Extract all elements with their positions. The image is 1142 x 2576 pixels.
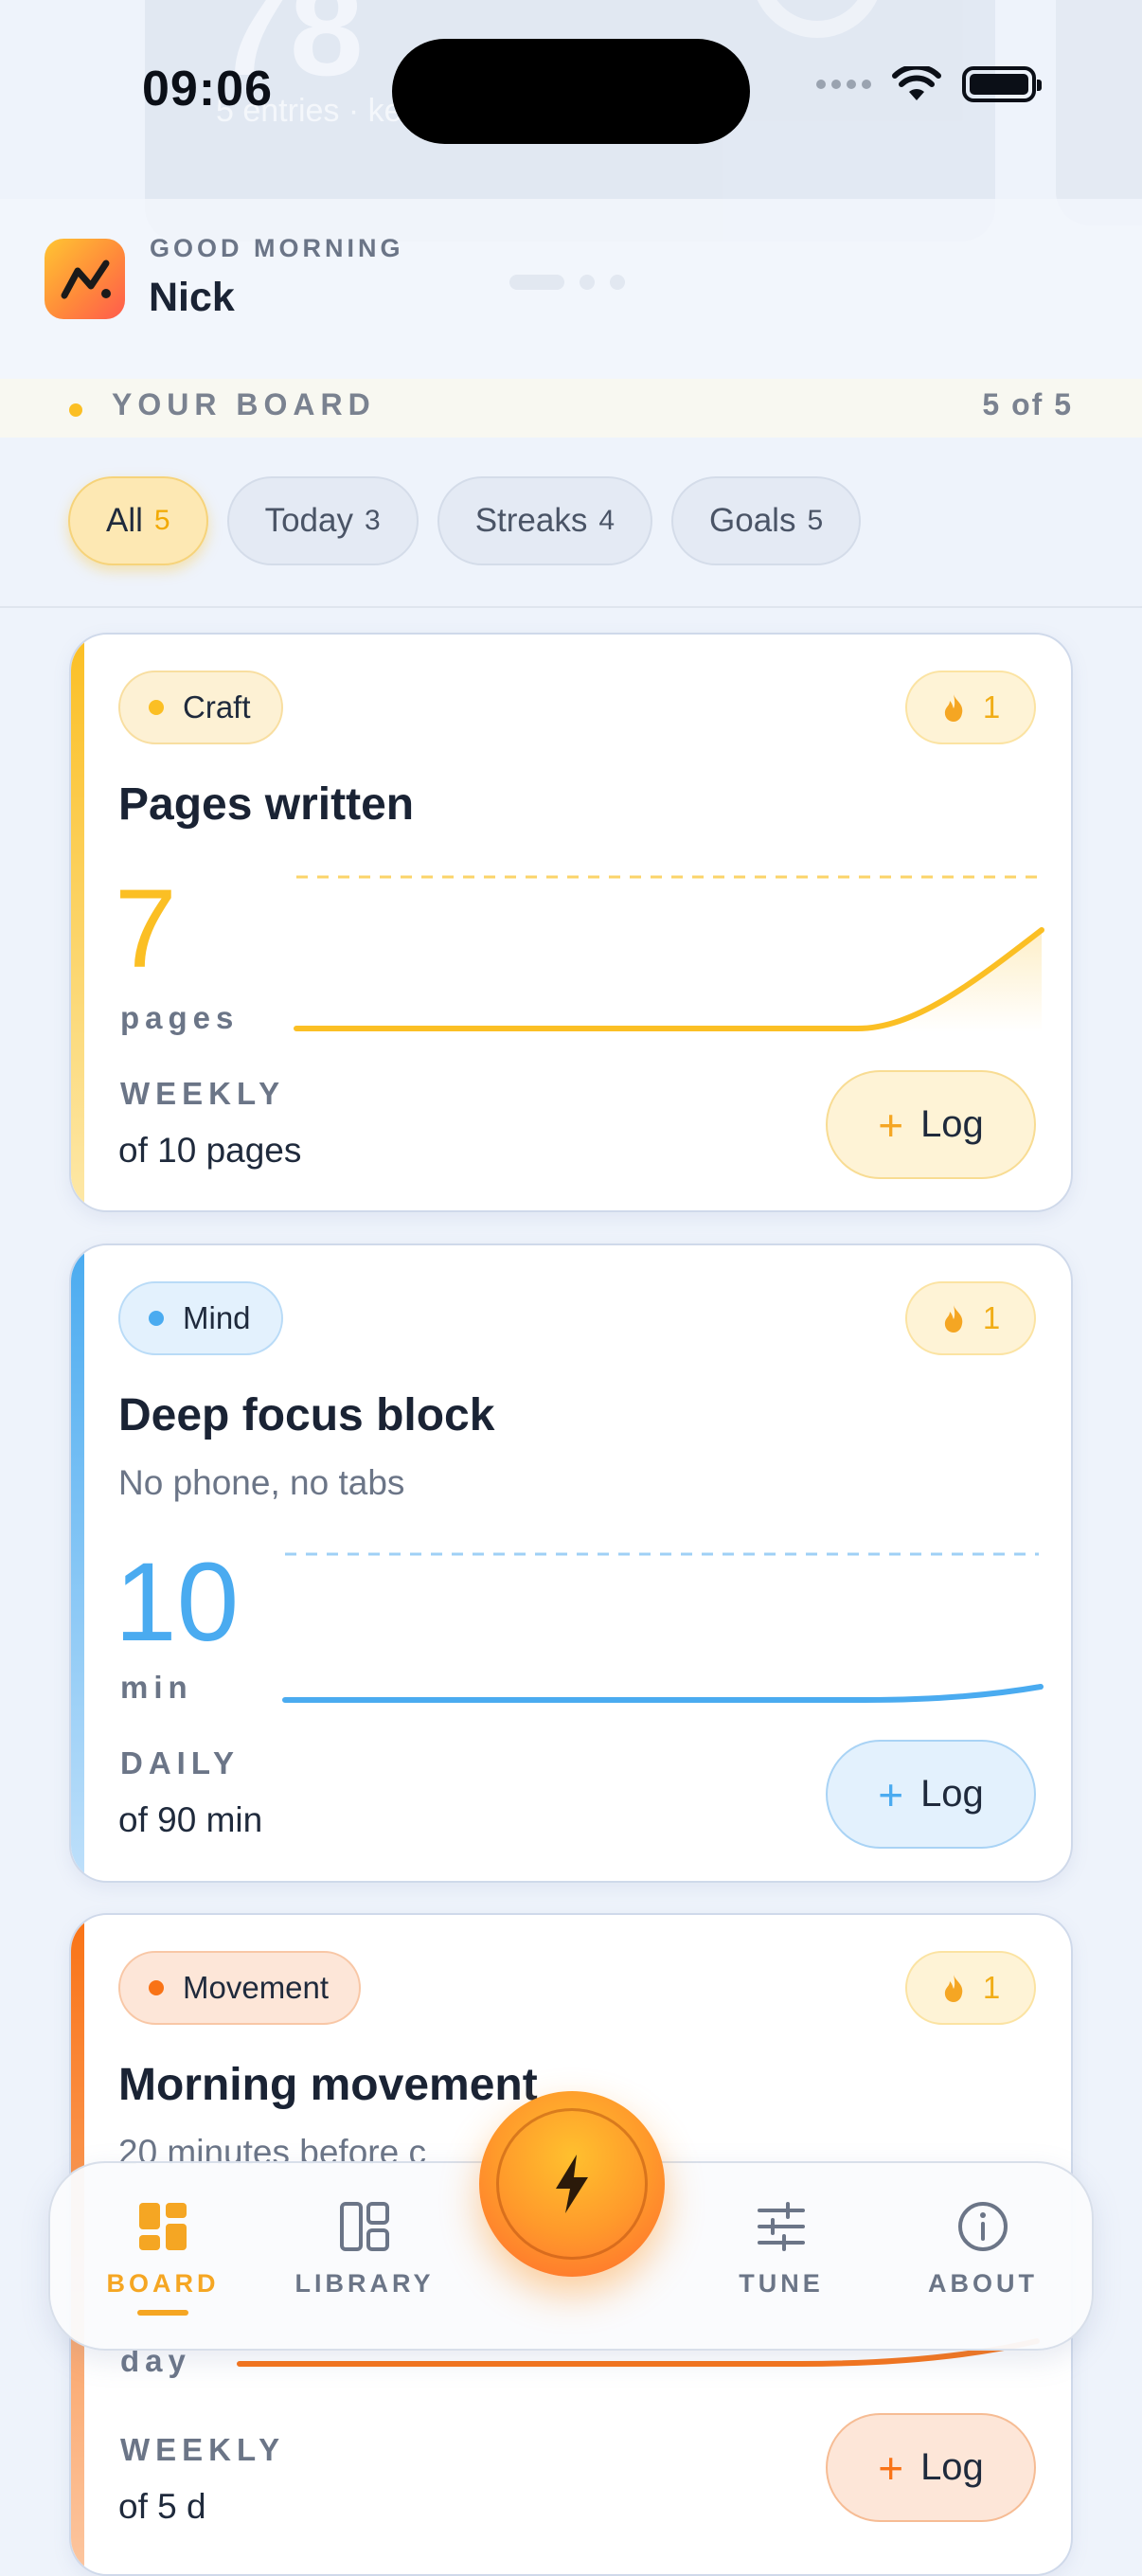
- flame-icon: [944, 694, 963, 722]
- app-logo-icon[interactable]: [45, 239, 125, 319]
- filter-chips: All 5 Today 3 Streaks 4 Goals 5: [68, 476, 862, 565]
- board-icon: [139, 2203, 187, 2250]
- card-accent-bar: [71, 635, 84, 1210]
- user-name: Nick: [149, 275, 235, 320]
- plus-icon: +: [878, 1769, 904, 1819]
- goal-period: WEEKLY: [120, 1076, 286, 1111]
- plus-icon: +: [878, 2442, 904, 2493]
- card-title: Pages written: [118, 779, 415, 830]
- category-tag: Craft: [118, 671, 283, 744]
- greeting-label: GOOD MORNING: [150, 234, 404, 262]
- log-button[interactable]: + Log: [826, 1740, 1036, 1849]
- log-button[interactable]: + Log: [826, 2413, 1036, 2522]
- flame-icon: [944, 1975, 963, 2002]
- next-summary-card[interactable]: [1056, 0, 1142, 225]
- nav-board[interactable]: BOARD: [68, 2201, 258, 2316]
- goal-target: of 5 d: [118, 2487, 206, 2526]
- board-dot-icon: [69, 403, 82, 417]
- board-title: YOUR BOARD: [112, 387, 376, 421]
- streak-badge: 1: [905, 1281, 1036, 1355]
- quick-log-button[interactable]: [479, 2091, 665, 2277]
- card-accent-bar: [71, 1245, 84, 1881]
- goal-target: of 90 min: [118, 1800, 263, 1839]
- summary-dial-icon: [751, 0, 883, 38]
- board-count: 5 of 5: [982, 387, 1073, 421]
- category-dot-icon: [149, 1311, 164, 1326]
- dynamic-island: [392, 39, 750, 144]
- app-header: GOOD MORNING Nick: [0, 199, 1142, 379]
- card-title: Deep focus block: [118, 1390, 495, 1440]
- status-icons: [816, 66, 1042, 102]
- nav-library[interactable]: LIBRARY: [270, 2201, 459, 2299]
- value-unit: min: [120, 1670, 193, 1705]
- habit-card-deep-focus-block[interactable]: Mind 1 Deep focus block No phone, no tab…: [69, 1243, 1073, 1883]
- wifi-icon: [892, 66, 941, 100]
- nav-about[interactable]: ABOUT: [888, 2201, 1078, 2299]
- current-value: 7: [115, 867, 177, 992]
- status-time: 09:06: [142, 62, 273, 116]
- progress-sparkline: [282, 1552, 1044, 1703]
- flame-icon: [944, 1305, 963, 1333]
- habit-card-pages-written[interactable]: Craft 1 Pages written 7 pages WEEKLY of …: [69, 633, 1073, 1212]
- divider: [0, 606, 1142, 608]
- goal-period: DAILY: [120, 1745, 240, 1780]
- progress-sparkline: [294, 875, 1044, 1032]
- info-icon: [958, 2202, 1008, 2251]
- category-tag: Mind: [118, 1281, 283, 1355]
- current-value: 10: [115, 1540, 240, 1665]
- filter-all[interactable]: All 5: [68, 476, 208, 565]
- filter-today[interactable]: Today 3: [226, 476, 419, 565]
- filter-streaks[interactable]: Streaks 4: [437, 476, 653, 565]
- goal-period: WEEKLY: [120, 2432, 286, 2467]
- library-icon: [340, 2202, 389, 2251]
- streak-badge: 1: [905, 671, 1036, 744]
- cellular-signal-icon: [816, 80, 871, 89]
- log-button[interactable]: + Log: [826, 1070, 1036, 1179]
- category-dot-icon: [149, 1980, 164, 1995]
- board-header: YOUR BOARD 5 of 5: [0, 379, 1142, 438]
- active-indicator: [137, 2310, 188, 2316]
- plus-icon: +: [878, 1100, 904, 1150]
- streak-badge: 1: [905, 1951, 1036, 2025]
- category-dot-icon: [149, 700, 164, 715]
- carousel-dots: [509, 275, 625, 290]
- battery-icon: [962, 66, 1042, 102]
- sliders-icon: [758, 2202, 805, 2251]
- value-unit: pages: [120, 1000, 240, 1035]
- card-subtitle: No phone, no tabs: [118, 1463, 405, 1502]
- nav-tune[interactable]: TUNE: [687, 2201, 876, 2299]
- card-title: Morning movement: [118, 2060, 538, 2110]
- goal-target: of 10 pages: [118, 1131, 302, 1170]
- filter-goals[interactable]: Goals 5: [671, 476, 862, 565]
- category-tag: Movement: [118, 1951, 362, 2025]
